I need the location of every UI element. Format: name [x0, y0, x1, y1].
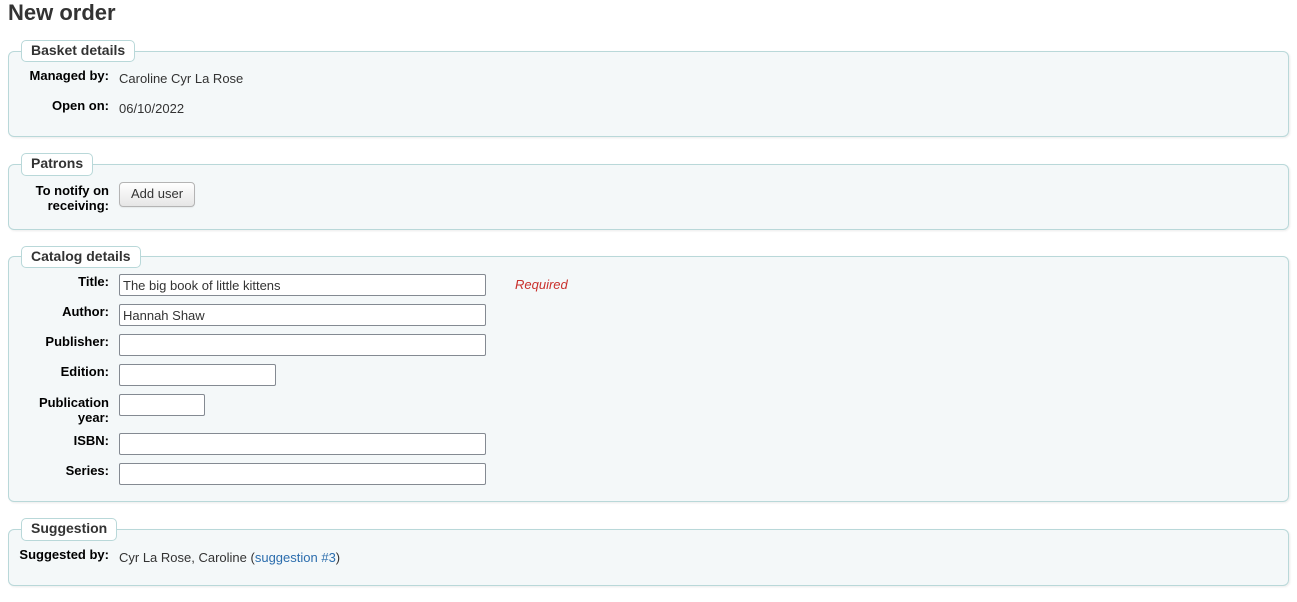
publication-year-label: Publication year:: [38, 395, 109, 426]
suggestion-fieldset: Suggestion Suggested by: Cyr La Rose, Car…: [8, 518, 1289, 586]
suggested-by-label: Suggested by:: [19, 546, 109, 562]
managed-by-row: Managed by: Caroline Cyr La Rose: [9, 68, 1288, 90]
paren-open: (: [246, 549, 255, 565]
series-label: Series:: [65, 463, 109, 479]
title-label: Title:: [78, 274, 109, 290]
basket-details-legend: Basket details: [21, 40, 136, 63]
author-input[interactable]: [119, 304, 486, 327]
suggestion-link[interactable]: suggestion #3: [255, 550, 336, 565]
suggestion-list: Suggested by: Cyr La Rose, Caroline (sugg…: [9, 541, 1288, 569]
edition-input[interactable]: [119, 364, 276, 387]
new-order-form: Basket details Managed by: Caroline Cyr L…: [0, 40, 1297, 602]
managed-by-label: Managed by:: [29, 68, 109, 84]
title-row: Title: Required: [9, 274, 1288, 297]
publisher-row: Publisher:: [9, 334, 1288, 357]
page-title: New order: [8, 0, 116, 25]
series-input[interactable]: [119, 463, 486, 486]
edition-row: Edition:: [9, 364, 1288, 387]
author-label: Author:: [62, 304, 109, 320]
suggested-by-name: Cyr La Rose, Caroline: [119, 549, 247, 565]
patrons-list: To notify on receiving: Add user: [9, 176, 1288, 213]
title-required-hint: Required: [515, 277, 568, 293]
isbn-input[interactable]: [119, 433, 486, 456]
isbn-row: ISBN:: [9, 433, 1288, 456]
suggested-by-row: Suggested by: Cyr La Rose, Caroline (sugg…: [9, 547, 1288, 569]
author-row: Author:: [9, 304, 1288, 327]
open-on-row: Open on: 06/10/2022: [9, 98, 1288, 120]
suggestion-legend: Suggestion: [21, 518, 118, 541]
basket-details-list: Managed by: Caroline Cyr La Rose Open on:…: [9, 62, 1288, 120]
publisher-label: Publisher:: [45, 334, 109, 350]
catalog-details-fieldset: Catalog details Title: Required Author: P…: [8, 245, 1289, 503]
publication-year-row: Publication year:: [9, 394, 1288, 425]
open-on-label: Open on:: [51, 98, 109, 114]
managed-by-value: Caroline Cyr La Rose: [119, 71, 244, 87]
notify-on-receiving-row: To notify on receiving: Add user: [9, 181, 1288, 213]
patrons-fieldset: Patrons To notify on receiving: Add user: [8, 153, 1289, 230]
publisher-input[interactable]: [119, 334, 486, 357]
series-row: Series:: [9, 463, 1288, 486]
add-user-button[interactable]: Add user: [119, 181, 196, 207]
isbn-label: ISBN:: [73, 433, 109, 449]
title-input[interactable]: [119, 274, 486, 297]
suggested-by-value: Cyr La Rose, Caroline (suggestion #3): [119, 547, 340, 569]
catalog-details-list: Title: Required Author: Publisher: Editio…: [9, 268, 1288, 486]
notify-on-receiving-label: To notify on receiving:: [35, 182, 109, 213]
paren-close: ): [335, 549, 341, 565]
catalog-details-legend: Catalog details: [21, 245, 141, 269]
basket-details-fieldset: Basket details Managed by: Caroline Cyr L…: [8, 40, 1289, 138]
publication-year-input[interactable]: [119, 394, 205, 417]
edition-label: Edition:: [60, 364, 109, 380]
patrons-legend: Patrons: [21, 153, 94, 176]
open-on-value: 06/10/2022: [119, 101, 185, 117]
